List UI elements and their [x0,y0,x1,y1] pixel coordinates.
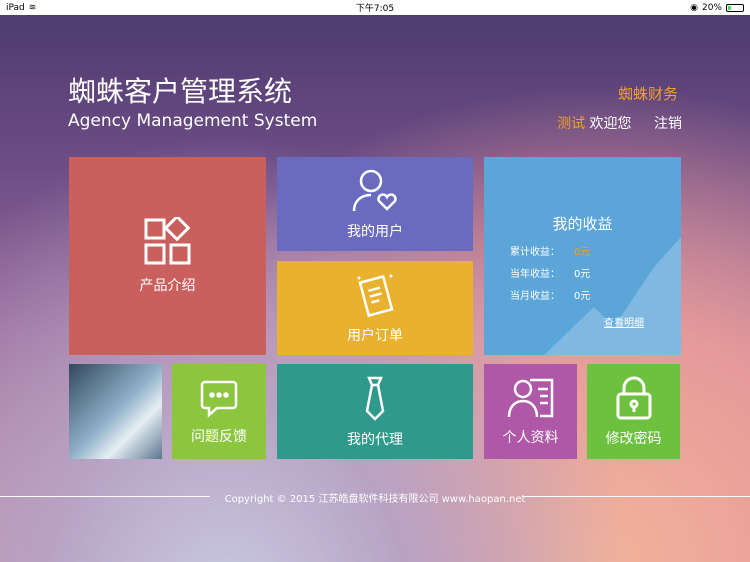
tile-feedback[interactable]: 问题反馈 [172,364,266,459]
tile-profile[interactable]: 个人资料 [484,364,577,459]
username: 测试 [557,116,586,132]
tile-change-password[interactable]: 修改密码 [587,364,680,459]
lock-icon [616,376,651,419]
tile-label: 用户订单 [347,328,403,344]
earnings-label: 当年收益： [510,269,560,280]
battery-percent: 20% [701,2,722,13]
earnings-label: 当月收益： [510,291,560,302]
tile-label: 问题反馈 [191,428,247,445]
tile-my-agent[interactable]: 我的代理 [277,364,473,459]
id-card-icon [507,378,553,417]
earnings-label: 累计收益： [510,247,560,258]
wifi-icon: ≋ [28,2,37,13]
chat-bubble-icon [200,380,238,418]
earnings-title: 我的收益 [552,215,613,233]
earnings-value: 0元 [574,269,591,280]
tile-label: 修改密码 [605,430,662,447]
status-bar: iPad ≋ 下午7:05 ◉ 20% [0,0,750,15]
tile-label: 我的用户 [347,224,403,240]
earnings-value: 0元 [574,291,591,302]
document-icon [357,274,394,317]
user-bar: 测试 欢迎您 注销 [557,113,682,133]
device-name: iPad [6,2,25,13]
grid-icon [144,217,190,265]
battery-icon [726,3,744,12]
necktie-icon [365,376,385,421]
tile-label: 产品介绍 [139,278,196,294]
view-details-link[interactable]: 查看明细 [604,314,644,329]
earnings-row-total: 累计收益： 0元 [510,243,590,258]
user-heart-icon [352,169,397,212]
clock: 下午7:05 [355,4,395,14]
earnings-row-month: 当月收益： 0元 [510,287,590,302]
tile-my-users[interactable]: 我的用户 [277,157,473,251]
brand-label: 蜘蛛财务 [617,85,678,103]
tile-my-earnings[interactable]: 我的收益 累计收益： 0元 当年收益： 0元 当月收益： 0元 查看明细 [484,157,681,355]
earnings-value: 0元 [574,247,591,258]
tile-user-orders[interactable]: 用户订单 [277,261,473,355]
app-subtitle: Agency Management System [68,111,318,131]
tile-label: 个人资料 [502,429,559,446]
logout-link[interactable]: 注销 [654,116,682,132]
copyright: Copyright © 2015 江苏皓盘软件科技有限公司 www.haopan… [224,494,526,505]
tile-label: 我的代理 [347,431,403,448]
welcome-text: 欢迎您 [589,116,632,132]
earnings-row-year: 当年收益： 0元 [510,265,590,280]
rotation-lock-icon: ◉ [690,2,698,13]
business-photo [69,364,162,459]
app-title: 蜘蛛客户管理系统 [68,75,293,108]
tile-product-intro[interactable]: 产品介绍 [69,157,266,355]
